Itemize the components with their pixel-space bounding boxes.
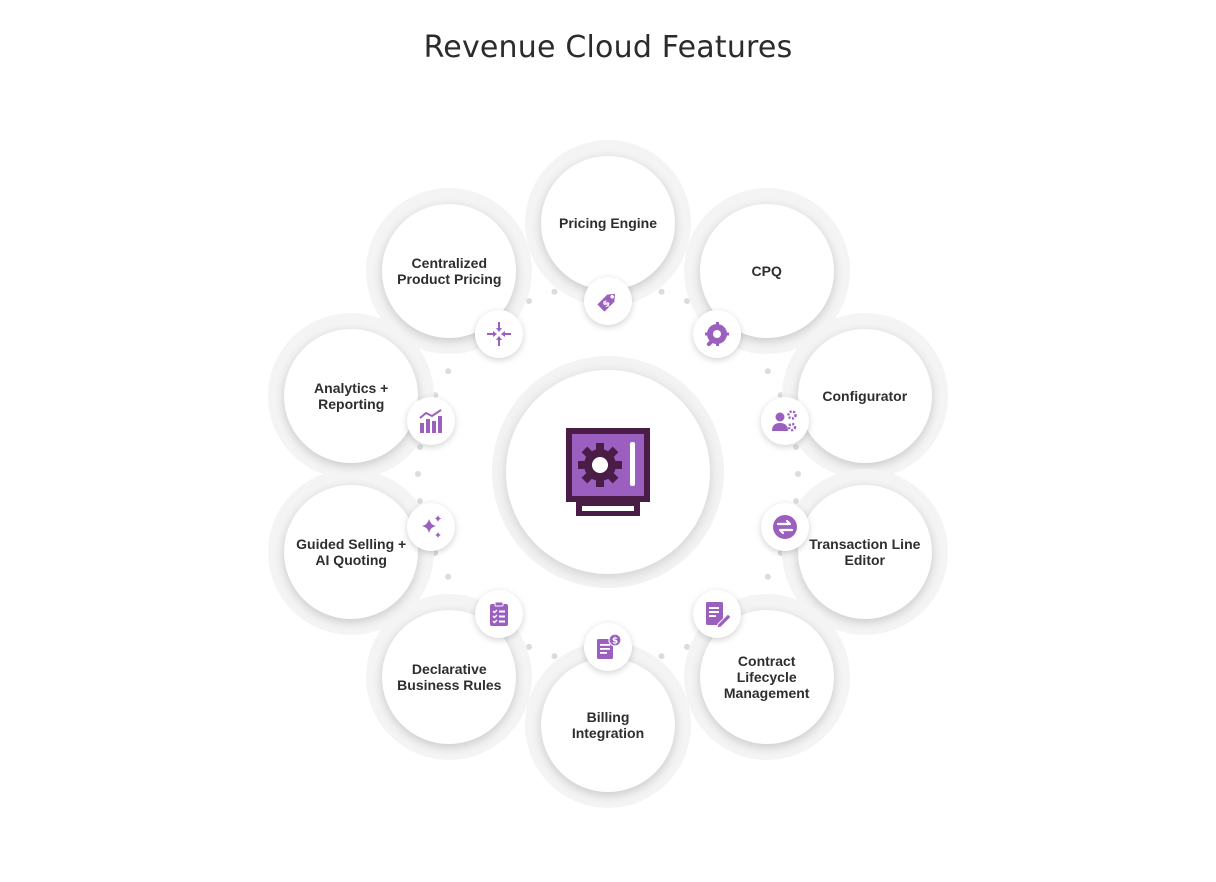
price-tag-icon: $ [597, 293, 616, 312]
swap-arrows-icon [772, 515, 797, 540]
checklist-icon [489, 601, 508, 626]
ring-dot [795, 471, 801, 477]
arrows-converge-icon [486, 322, 511, 347]
svg-text:$: $ [612, 636, 618, 646]
feature-label: Configurator [822, 388, 908, 405]
feature-badge-analytics-reporting [407, 396, 456, 445]
ring-dot [445, 368, 452, 375]
feature-node-analytics-reporting: Analytics + Reporting [284, 329, 419, 464]
feature-node-guided-selling-ai-quoting: Guided Selling + AI Quoting [284, 484, 419, 619]
vault-gear-icon [566, 428, 650, 516]
ring-dot [658, 288, 665, 295]
user-gears-icon [771, 409, 797, 431]
feature-label: CPQ [751, 262, 782, 279]
ring-dot [658, 653, 665, 660]
document-edit-icon [706, 601, 732, 628]
feature-label: Analytics + Reporting [314, 380, 389, 413]
feature-badge-billing-integration: $ [584, 622, 632, 671]
ring-dot [551, 288, 558, 295]
feature-label: Centralized Product Pricing [397, 254, 502, 287]
feature-node-configurator: Configurator [797, 329, 932, 464]
bar-chart-trend-icon [419, 408, 443, 433]
feature-node-billing-integration: Billing Integration [541, 658, 675, 793]
feature-node-pricing-engine: Pricing Engine [541, 155, 675, 290]
feature-label: Transaction Line Editor [809, 535, 921, 568]
ring-dot [764, 573, 771, 580]
feature-badge-declarative-business-rules [474, 589, 523, 638]
sparkles-icon [422, 515, 442, 539]
feature-badge-pricing-engine: $ [584, 277, 632, 326]
feature-label: Guided Selling + AI Quoting [296, 535, 407, 568]
ring-dot [415, 471, 421, 477]
feature-label: Pricing Engine [558, 214, 657, 231]
center-hub [506, 370, 710, 574]
feature-node-transaction-line-editor: Transaction Line Editor [797, 484, 932, 619]
feature-label: Declarative Business Rules [397, 661, 502, 694]
feature-badge-contract-lifecycle-management [693, 589, 742, 638]
feature-label: Billing Integration [571, 709, 645, 742]
feature-badge-configurator [760, 396, 809, 445]
invoice-dollar-icon: $ [597, 633, 622, 659]
feature-badge-centralized-product-pricing [474, 310, 523, 359]
feature-label: Contract Lifecycle Management [723, 653, 810, 702]
ring-dot [445, 573, 452, 580]
wrench-gear-icon [705, 322, 730, 347]
ring-dot [764, 368, 771, 375]
